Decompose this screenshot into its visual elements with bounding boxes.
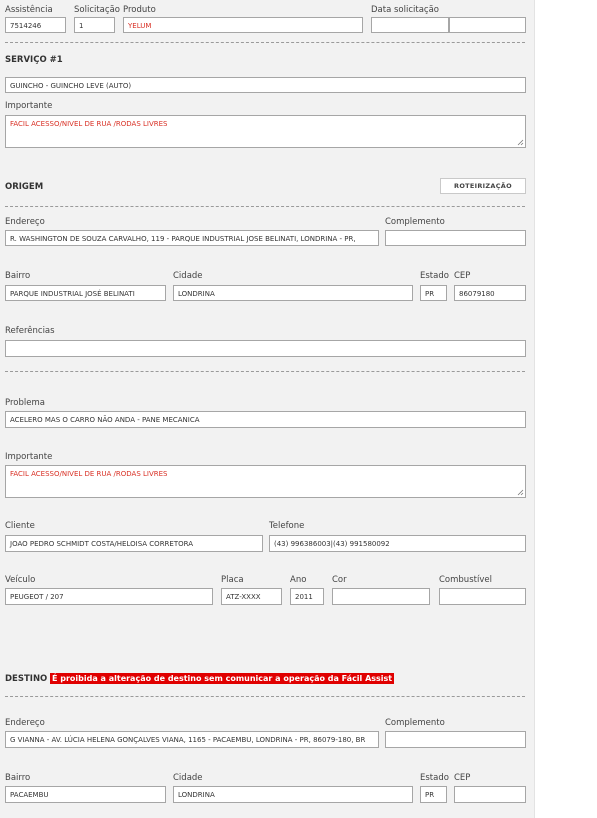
resize-grip-icon[interactable]	[517, 139, 524, 146]
destino-warning-badge: É proibida a alteração de destino sem co…	[50, 673, 395, 684]
origem-referencias-field[interactable]	[5, 340, 526, 357]
ano-label: Ano	[290, 575, 307, 585]
destino-cep-field[interactable]	[454, 786, 526, 803]
servico-importante-textarea[interactable]: FACIL ACESSO/NIVEL DE RUA /RODAS LIVRES	[5, 115, 526, 148]
destino-cidade-label: Cidade	[173, 773, 203, 783]
service-form-panel: Assistência 7514246 Solicitação 1 Produt…	[0, 0, 535, 818]
cliente-label: Cliente	[5, 521, 35, 531]
origem-cidade-label: Cidade	[173, 271, 203, 281]
telefone-label: Telefone	[269, 521, 305, 531]
veiculo-label: Veículo	[5, 575, 36, 585]
solicitacao-label: Solicitação	[74, 5, 120, 15]
destino-bairro-label: Bairro	[5, 773, 31, 783]
origem-referencias-label: Referências	[5, 326, 55, 336]
origem-endereco-field[interactable]: R. WASHINGTON DE SOUZA CARVALHO, 119 - P…	[5, 230, 379, 246]
origem-complemento-field[interactable]	[385, 230, 526, 246]
data-solicitacao-label: Data solicitação	[371, 5, 440, 15]
origem-endereco-label: Endereço	[5, 217, 45, 227]
divider	[5, 206, 525, 207]
assistencia-field[interactable]: 7514246	[5, 17, 66, 33]
cor-field[interactable]	[332, 588, 430, 605]
origem-title: ORIGEM	[5, 182, 44, 192]
destino-complemento-label: Complemento	[385, 718, 445, 728]
destino-bairro-field[interactable]: PACAEMBU	[5, 786, 166, 803]
problema-label: Problema	[5, 398, 45, 408]
data-solicitacao-time-field[interactable]	[449, 17, 526, 33]
solicitacao-field[interactable]: 1	[74, 17, 115, 33]
ano-field[interactable]: 2011	[290, 588, 324, 605]
veiculo-field[interactable]: PEUGEOT / 207	[5, 588, 213, 605]
divider	[5, 371, 525, 372]
assistencia-label: Assistência	[5, 5, 53, 15]
origem-cep-field[interactable]: 86079180	[454, 285, 526, 301]
destino-cep-label: CEP	[454, 773, 471, 783]
problema-importante-textarea[interactable]: FACIL ACESSO/NIVEL DE RUA /RODAS LIVRES	[5, 465, 526, 498]
origem-estado-label: Estado	[420, 271, 449, 281]
cor-label: Cor	[332, 575, 347, 585]
divider	[5, 42, 525, 43]
servico-title: SERVIÇO #1	[5, 55, 63, 65]
destino-endereco-label: Endereço	[5, 718, 45, 728]
destino-complemento-field[interactable]	[385, 731, 526, 748]
servico-importante-label: Importante	[5, 101, 53, 111]
servico-importante-text: FACIL ACESSO/NIVEL DE RUA /RODAS LIVRES	[10, 120, 168, 128]
problema-importante-text: FACIL ACESSO/NIVEL DE RUA /RODAS LIVRES	[10, 470, 168, 478]
placa-field[interactable]: ATZ-XXXX	[221, 588, 282, 605]
telefone-field[interactable]: (43) 996386003|(43) 991580092	[269, 535, 526, 552]
placa-label: Placa	[221, 575, 244, 585]
produto-field[interactable]: YELUM	[123, 17, 363, 33]
problema-importante-label: Importante	[5, 452, 53, 462]
cliente-field[interactable]: JOAO PEDRO SCHMIDT COSTA/HELOISA CORRETO…	[5, 535, 263, 552]
origem-bairro-label: Bairro	[5, 271, 31, 281]
problema-field[interactable]: ACELERO MAS O CARRO NÃO ANDA - PANE MECA…	[5, 411, 526, 428]
combustivel-label: Combustível	[439, 575, 492, 585]
data-solicitacao-date-field[interactable]	[371, 17, 449, 33]
origem-cep-label: CEP	[454, 271, 471, 281]
divider	[5, 696, 525, 697]
destino-estado-field[interactable]: PR	[420, 786, 447, 803]
destino-endereco-field[interactable]: G VIANNA - AV. LÚCIA HELENA GONÇALVES VI…	[5, 731, 379, 748]
origem-complemento-label: Complemento	[385, 217, 445, 227]
origem-estado-field[interactable]: PR	[420, 285, 447, 301]
resize-grip-icon[interactable]	[517, 489, 524, 496]
combustivel-field[interactable]	[439, 588, 526, 605]
destino-cidade-field[interactable]: LONDRINA	[173, 786, 413, 803]
destino-estado-label: Estado	[420, 773, 449, 783]
origem-bairro-field[interactable]: PARQUE INDUSTRIAL JOSÉ BELINATI	[5, 285, 166, 301]
produto-label: Produto	[123, 5, 156, 15]
destino-title: DESTINO	[5, 674, 48, 684]
servico-tipo-field[interactable]: GUINCHO - GUINCHO LEVE (AUTO)	[5, 77, 526, 93]
origem-cidade-field[interactable]: LONDRINA	[173, 285, 413, 301]
roteirizacao-button[interactable]: ROTEIRIZAÇÃO	[440, 178, 526, 194]
